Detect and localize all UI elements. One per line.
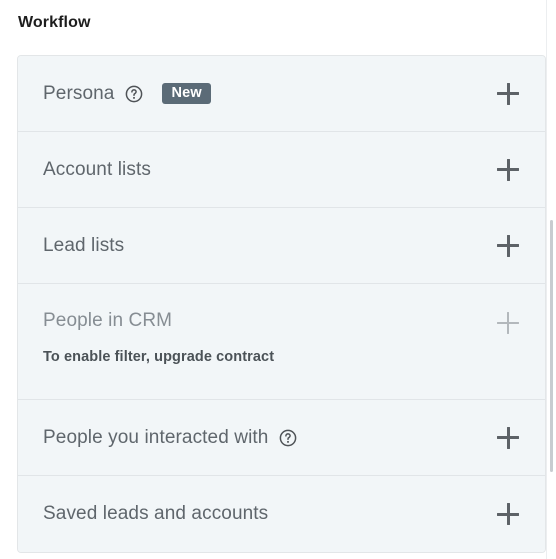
filter-label: Account lists bbox=[43, 158, 151, 180]
filter-row-persona[interactable]: Persona New bbox=[18, 56, 545, 132]
plus-icon bbox=[497, 426, 519, 449]
scrollbar-thumb[interactable] bbox=[550, 220, 553, 472]
filter-row-content: Saved leads and accounts bbox=[43, 503, 479, 525]
plus-icon bbox=[497, 158, 519, 181]
filter-row-people-you-interacted-with[interactable]: People you interacted with bbox=[18, 400, 545, 476]
filter-row-actions bbox=[479, 497, 525, 531]
filter-upgrade-message: To enable filter, upgrade contract bbox=[43, 349, 275, 365]
add-filter-button[interactable] bbox=[491, 229, 525, 263]
filter-label: People in CRM bbox=[43, 310, 173, 331]
filter-label: Saved leads and accounts bbox=[43, 503, 269, 524]
filter-label: Persona bbox=[43, 82, 115, 104]
filter-row-content: Account lists bbox=[43, 159, 479, 181]
plus-icon bbox=[497, 312, 519, 334]
filter-row-account-lists[interactable]: Account lists bbox=[18, 132, 545, 208]
add-filter-button[interactable] bbox=[491, 77, 525, 111]
filter-row-actions bbox=[479, 77, 525, 111]
filters-panel: Workflow Persona New Account lists Lead … bbox=[0, 0, 556, 559]
filter-row-content: Persona New bbox=[43, 83, 479, 105]
plus-icon bbox=[497, 503, 519, 525]
filter-row-people-in-crm: People in CRM To enable filter, upgrade … bbox=[18, 284, 545, 400]
add-filter-button[interactable] bbox=[491, 153, 525, 187]
plus-icon bbox=[497, 234, 519, 257]
filter-row-actions bbox=[479, 421, 525, 455]
page-title: Workflow bbox=[18, 14, 91, 31]
filter-row-actions bbox=[479, 306, 525, 340]
filter-row-content: Lead lists bbox=[43, 235, 479, 257]
filter-label: Lead lists bbox=[43, 234, 125, 256]
add-filter-button-disabled bbox=[491, 306, 525, 340]
filter-row-content: People you interacted with bbox=[43, 427, 479, 449]
plus-icon bbox=[497, 82, 519, 105]
filter-row-lead-lists[interactable]: Lead lists bbox=[18, 208, 545, 284]
add-filter-button[interactable] bbox=[491, 421, 525, 455]
filter-row-saved-leads-and-accounts[interactable]: Saved leads and accounts bbox=[18, 476, 545, 552]
help-circle-icon[interactable] bbox=[279, 429, 297, 447]
help-circle-icon[interactable] bbox=[125, 85, 143, 103]
new-badge: New bbox=[162, 82, 211, 105]
filter-row-content: People in CRM To enable filter, upgrade … bbox=[43, 310, 479, 365]
vertical-scrollbar[interactable] bbox=[547, 0, 556, 559]
filter-row-actions bbox=[479, 229, 525, 263]
filter-label: People you interacted with bbox=[43, 426, 269, 448]
workflow-filter-list: Persona New Account lists Lead lists Peo… bbox=[17, 55, 546, 553]
filter-row-actions bbox=[479, 153, 525, 187]
add-filter-button[interactable] bbox=[491, 497, 525, 531]
